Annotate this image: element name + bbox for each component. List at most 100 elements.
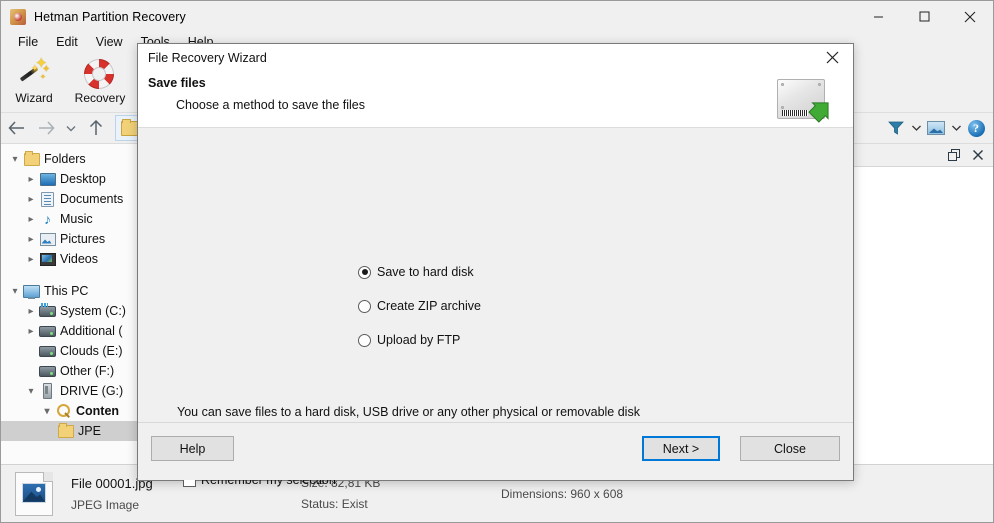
maximize-button[interactable] <box>901 1 947 32</box>
chevron-down-icon[interactable]: ▾ <box>23 386 39 397</box>
chevron-right-icon[interactable]: ▸ <box>23 214 39 225</box>
chevron-right-icon[interactable]: ▸ <box>23 194 39 205</box>
chevron-right-icon[interactable]: ▸ <box>23 174 39 185</box>
folder-tree: ▾ Folders ▸ Desktop ▸ Documents ▸ ♪ Musi… <box>1 144 145 464</box>
tree-item-clouds-e[interactable]: Clouds (E:) <box>1 341 144 361</box>
tree-item-label: Clouds (E:) <box>60 344 123 358</box>
picture-icon <box>39 233 56 246</box>
radio-button[interactable] <box>358 266 371 279</box>
chevron-down-icon <box>66 125 76 132</box>
tree-item-drive-g[interactable]: ▾ DRIVE (G:) <box>1 381 144 401</box>
close-button[interactable]: Close <box>740 436 840 461</box>
tree-item-content[interactable]: ▾ Conten <box>1 401 144 421</box>
forward-arrow-icon <box>38 121 55 135</box>
computer-icon <box>23 285 40 298</box>
forward-button[interactable] <box>31 115 61 141</box>
drive-icon <box>39 366 56 377</box>
tree-item-label: JPE <box>78 424 101 438</box>
filter-button[interactable] <box>883 115 909 141</box>
chevron-down-icon[interactable]: ▾ <box>7 286 23 297</box>
tree-item-other-f[interactable]: Other (F:) <box>1 361 144 381</box>
chevron-right-icon[interactable]: ▸ <box>23 254 39 265</box>
radio-button[interactable] <box>358 300 371 313</box>
file-recovery-wizard-dialog: File Recovery Wizard Save files Choose a… <box>137 43 854 481</box>
document-icon <box>39 192 56 207</box>
minimize-icon <box>873 11 884 22</box>
filter-dropdown-button[interactable] <box>909 115 923 141</box>
usb-drive-icon <box>39 383 56 399</box>
menu-item-edit[interactable]: Edit <box>47 33 87 52</box>
dialog-close-button[interactable] <box>811 44 853 71</box>
picture-view-icon <box>927 121 945 135</box>
menu-item-file[interactable]: File <box>9 33 47 52</box>
maximize-icon <box>919 11 930 22</box>
desktop-icon <box>39 173 56 186</box>
tree-item-label: Documents <box>60 192 123 206</box>
magic-wand-icon: ✦ ✦ ✦ ✦ <box>18 58 50 90</box>
restore-pane-icon <box>948 149 961 162</box>
tree-item-folders[interactable]: ▾ Folders <box>1 149 144 169</box>
system-drive-icon <box>39 306 56 317</box>
option-create-zip-archive[interactable]: Create ZIP archive <box>358 299 481 313</box>
recent-locations-button[interactable] <box>61 115 81 141</box>
help-circle-icon: ? <box>968 120 985 137</box>
restore-pane-button[interactable] <box>945 146 963 164</box>
tree-item-pictures[interactable]: ▸ Pictures <box>1 229 144 249</box>
back-button[interactable] <box>1 115 31 141</box>
dialog-body: Save to hard disk Create ZIP archive Upl… <box>138 128 853 422</box>
tree-item-label: DRIVE (G:) <box>60 384 123 398</box>
tree-item-jpeg[interactable]: JPE <box>1 421 144 441</box>
tree-item-music[interactable]: ▸ ♪ Music <box>1 209 144 229</box>
dialog-subheading: Choose a method to save the files <box>148 90 853 112</box>
view-mode-button[interactable] <box>923 115 949 141</box>
chevron-right-icon[interactable]: ▸ <box>23 326 39 337</box>
chevron-down-icon <box>952 125 961 131</box>
chevron-down-icon[interactable]: ▾ <box>7 154 23 165</box>
dialog-hint-text: You can save files to a hard disk, USB d… <box>177 405 640 419</box>
next-button[interactable]: Next > <box>642 436 720 461</box>
tree-item-label: Additional ( <box>60 324 123 338</box>
tree-item-desktop[interactable]: ▸ Desktop <box>1 169 144 189</box>
up-arrow-icon <box>89 120 103 136</box>
option-upload-by-ftp[interactable]: Upload by FTP <box>358 333 460 347</box>
minimize-button[interactable] <box>855 1 901 32</box>
status-dimensions-info: Dimensions: 960 x 608 <box>501 487 721 501</box>
help-button[interactable]: ? <box>963 115 989 141</box>
close-pane-button[interactable] <box>969 146 987 164</box>
chevron-right-icon[interactable]: ▸ <box>23 234 39 245</box>
search-icon <box>55 404 72 418</box>
tree-item-label: Videos <box>60 252 98 266</box>
tree-item-videos[interactable]: ▸ Videos <box>1 249 144 269</box>
tree-item-documents[interactable]: ▸ Documents <box>1 189 144 209</box>
tree-item-this-pc[interactable]: ▾ This PC <box>1 281 144 301</box>
close-icon <box>964 11 976 23</box>
dialog-header: Save files Choose a method to save the f… <box>138 71 853 128</box>
help-button[interactable]: Help <box>151 436 234 461</box>
tree-item-label: Conten <box>76 404 119 418</box>
recovery-button[interactable]: Recovery <box>67 55 133 109</box>
tree-item-system-c[interactable]: ▸ System (C:) <box>1 301 144 321</box>
menu-item-view[interactable]: View <box>87 33 132 52</box>
view-mode-dropdown-button[interactable] <box>949 115 963 141</box>
wizard-button[interactable]: ✦ ✦ ✦ ✦ Wizard <box>1 55 67 109</box>
music-note-icon: ♪ <box>39 212 56 226</box>
close-icon <box>826 51 839 64</box>
chevron-right-icon[interactable]: ▸ <box>23 306 39 317</box>
status-filetype: JPEG Image <box>71 498 301 512</box>
funnel-icon <box>888 121 904 135</box>
lifebuoy-icon <box>84 58 116 90</box>
folder-icon <box>23 153 40 166</box>
radio-button[interactable] <box>358 334 371 347</box>
option-label: Upload by FTP <box>377 333 460 347</box>
tree-item-label: This PC <box>44 284 88 298</box>
tree-item-label: Pictures <box>60 232 105 246</box>
chevron-down-icon[interactable]: ▾ <box>39 406 55 417</box>
green-arrow-icon <box>805 96 833 124</box>
close-button[interactable] <box>947 1 993 32</box>
option-save-to-hard-disk[interactable]: Save to hard disk <box>358 265 474 279</box>
tree-item-additional[interactable]: ▸ Additional ( <box>1 321 144 341</box>
window-title: Hetman Partition Recovery <box>34 10 186 24</box>
drive-icon <box>39 326 56 337</box>
tree-item-label: System (C:) <box>60 304 126 318</box>
up-button[interactable] <box>81 115 111 141</box>
